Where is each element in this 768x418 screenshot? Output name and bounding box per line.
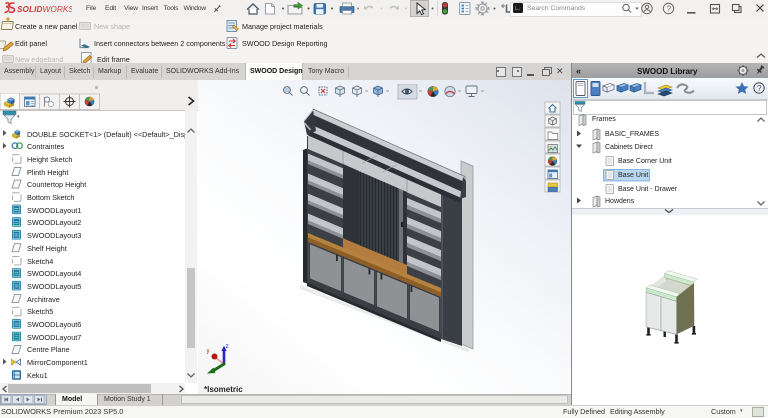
svg-text:?: ? [667, 4, 672, 13]
svg-text:SOLIDWORKS: SOLIDWORKS [17, 5, 72, 14]
svg-text:z: z [226, 343, 229, 350]
svg-text:y: y [207, 349, 210, 355]
svg-text:?: ? [757, 84, 762, 93]
